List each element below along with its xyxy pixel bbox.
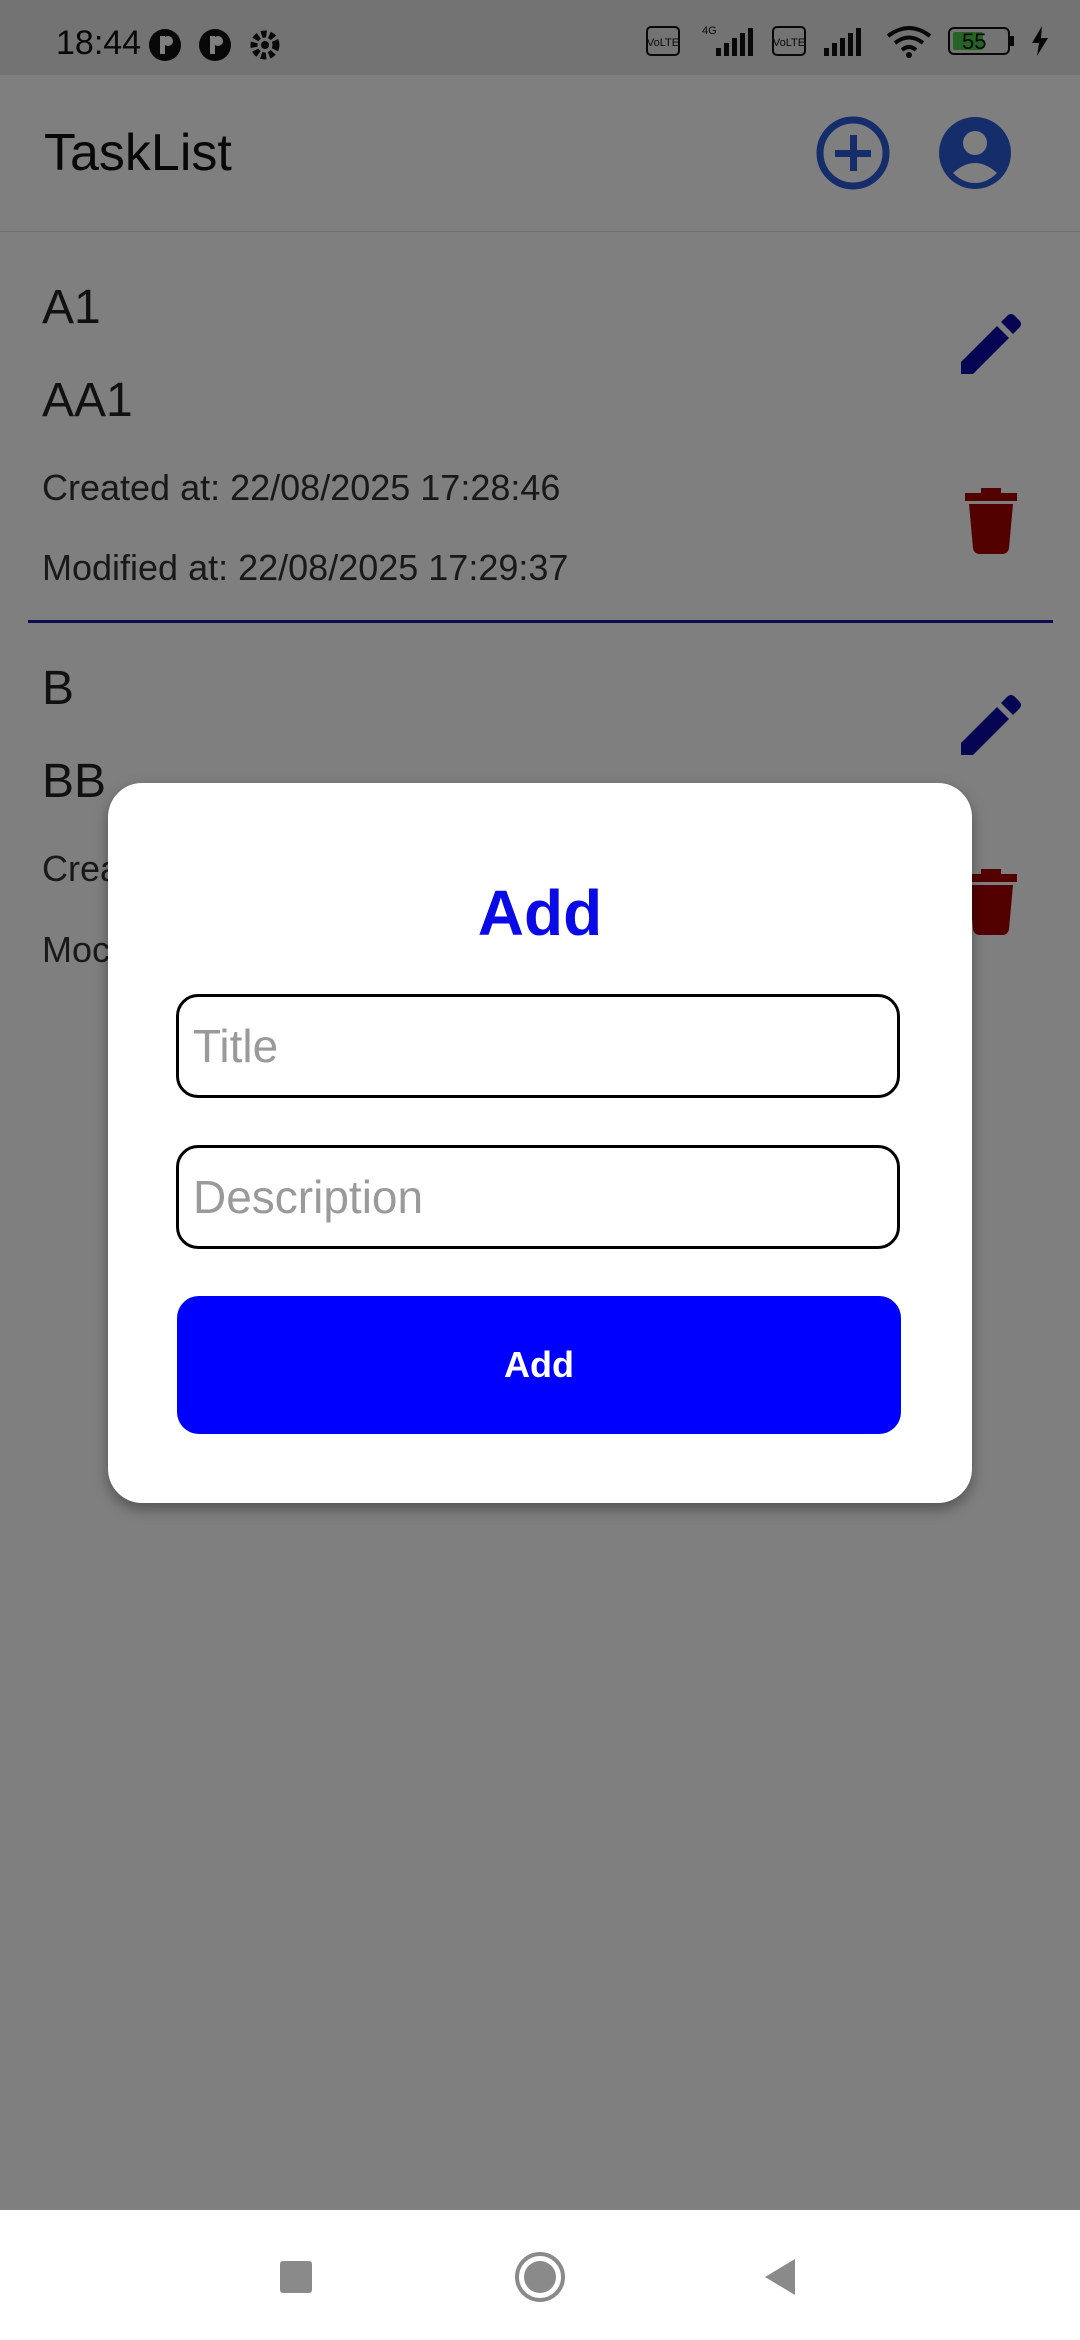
app-screen: 18:44 VoLTE 4G VoLTE 55 Tas bbox=[0, 0, 1080, 2210]
add-task-dialog: Add Add bbox=[108, 783, 972, 1503]
recents-square-icon bbox=[280, 2261, 312, 2293]
description-input[interactable] bbox=[176, 1145, 900, 1249]
home-button[interactable] bbox=[513, 2250, 567, 2304]
title-input[interactable] bbox=[176, 994, 900, 1098]
dialog-title: Add bbox=[477, 877, 603, 949]
back-triangle-icon bbox=[765, 2259, 795, 2295]
back-button[interactable] bbox=[755, 2250, 809, 2304]
home-circle-icon bbox=[515, 2252, 565, 2302]
recents-button[interactable] bbox=[269, 2250, 323, 2304]
add-submit-button[interactable]: Add bbox=[177, 1296, 901, 1434]
system-nav-bar bbox=[0, 2210, 1080, 2340]
